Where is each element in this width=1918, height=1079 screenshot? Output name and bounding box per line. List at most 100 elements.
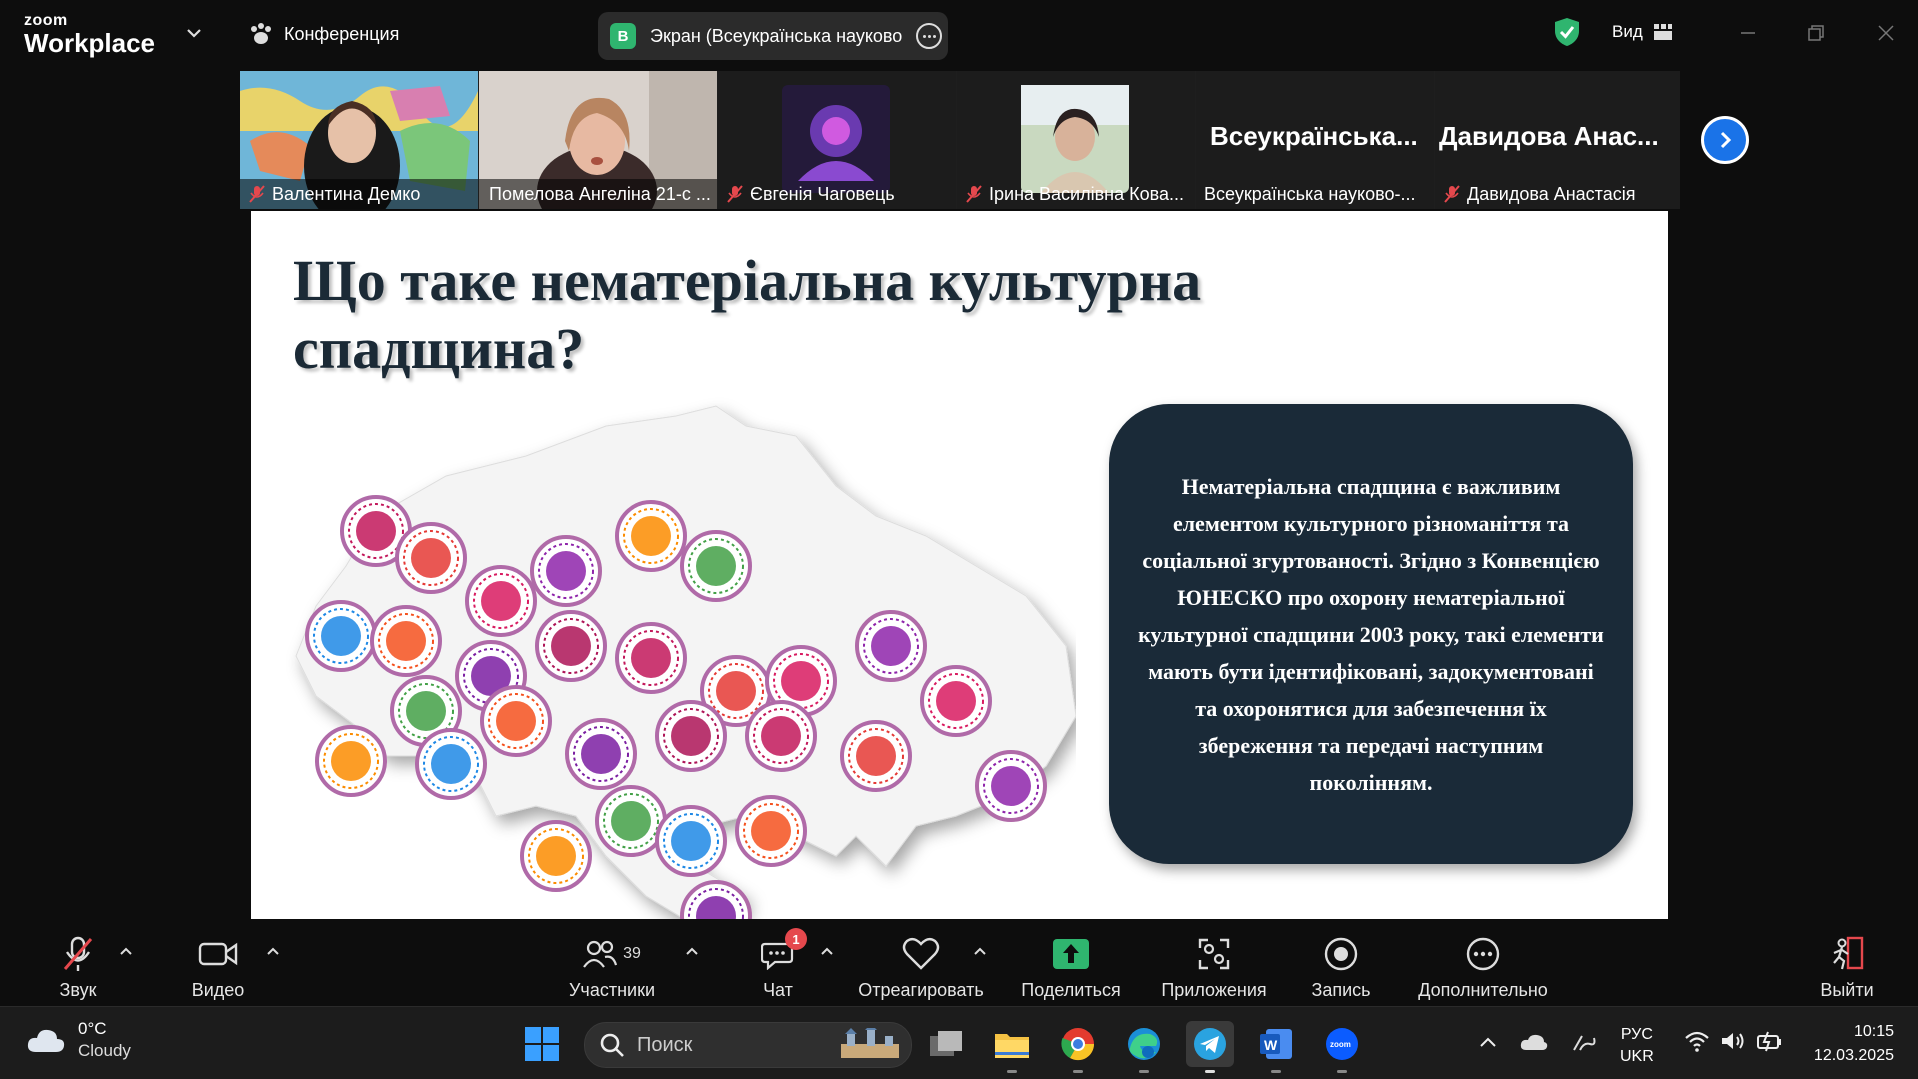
- zoom-app-icon: zoom: [1326, 1028, 1358, 1060]
- mic-muted-icon: [727, 185, 743, 203]
- weather-condition: Cloudy: [78, 1041, 131, 1060]
- region-emblem-center: [581, 734, 621, 774]
- screen-share-pill[interactable]: В Экран (Всеукраїнська науково: [598, 12, 948, 60]
- windows-logo-icon: [525, 1027, 559, 1061]
- chat-button[interactable]: 1 Чат: [746, 920, 810, 1001]
- chat-options-caret-icon[interactable]: [818, 944, 836, 958]
- chevron-down-icon[interactable]: [183, 22, 205, 44]
- zoom-logo-small: zoom: [24, 12, 68, 29]
- battery-charging-icon[interactable]: [1756, 1030, 1784, 1052]
- search-placeholder: Поиск: [637, 1033, 693, 1056]
- video-options-caret-icon[interactable]: [264, 944, 282, 958]
- region-emblem-center: [991, 766, 1031, 806]
- language-code: РУС: [1620, 1026, 1653, 1043]
- file-explorer-button[interactable]: [988, 1021, 1036, 1073]
- region-emblem-center: [536, 836, 576, 876]
- volume-icon[interactable]: [1720, 1030, 1746, 1052]
- video-camera-icon: [198, 942, 238, 966]
- minimize-window-button[interactable]: [1730, 18, 1766, 48]
- next-participants-button[interactable]: [1701, 116, 1749, 164]
- svg-text:zoom: zoom: [1330, 1040, 1351, 1049]
- react-options-caret-icon[interactable]: [971, 944, 989, 958]
- system-clock[interactable]: 10:15 12.03.2025: [1806, 1020, 1894, 1068]
- leave-label: Выйти: [1820, 980, 1874, 1000]
- view-label: Вид: [1612, 22, 1643, 41]
- apps-label: Приложения: [1161, 980, 1267, 1000]
- region-emblem-center: [871, 626, 911, 666]
- minimize-icon: [1741, 32, 1755, 34]
- weather-temperature: 0°C: [78, 1019, 107, 1038]
- word-button[interactable]: W: [1252, 1021, 1300, 1073]
- chevron-up-icon[interactable]: [1478, 1034, 1498, 1050]
- participants-options-caret-icon[interactable]: [683, 944, 701, 958]
- maximize-window-button[interactable]: [1798, 18, 1834, 48]
- react-button[interactable]: Отреагировать: [856, 920, 986, 1001]
- clock-date: 12.03.2025: [1813, 1047, 1894, 1064]
- region-emblem-center: [386, 621, 426, 661]
- telegram-button[interactable]: [1186, 1021, 1234, 1073]
- folder-icon: [995, 1034, 1029, 1058]
- participant-tile[interactable]: Всеукраїнська... Всеукраїнська науково-.…: [1196, 71, 1434, 209]
- castle-highlight-icon: [841, 1028, 899, 1058]
- participant-display-name: Давидова Анас...: [1439, 121, 1659, 151]
- task-view-button[interactable]: [922, 1021, 970, 1067]
- screen-share-label: Экран (Всеукраїнська науково: [650, 25, 903, 46]
- onedrive-cloud-icon[interactable]: [1520, 1032, 1548, 1052]
- participant-tile[interactable]: Валентина Демко: [240, 71, 478, 209]
- edge-icon: [1128, 1028, 1160, 1060]
- region-emblem-center: [696, 546, 736, 586]
- share-label: Поделиться: [1021, 980, 1121, 1000]
- participants-label: Участники: [569, 980, 655, 1000]
- more-button[interactable]: Дополнительно: [1412, 920, 1554, 1001]
- video-label: Видео: [191, 980, 245, 1000]
- region-emblem-center: [631, 638, 671, 678]
- video-button[interactable]: Видео: [186, 920, 250, 1001]
- keyboard-layout: UKR: [1620, 1048, 1654, 1065]
- participants-icon: [583, 940, 618, 968]
- close-icon: [1878, 25, 1894, 41]
- mic-muted-icon: [63, 936, 93, 971]
- record-button[interactable]: Запись: [1306, 920, 1376, 1001]
- participants-button[interactable]: 39 Участники: [566, 920, 658, 1001]
- pen-input-icon[interactable]: [1570, 1030, 1598, 1054]
- region-emblem-center: [611, 801, 651, 841]
- participant-tile[interactable]: Давидова Анас... Давидова Анастасія: [1435, 71, 1680, 209]
- participant-tile[interactable]: Євгенія Чаговець: [718, 71, 956, 209]
- chrome-button[interactable]: [1054, 1021, 1102, 1073]
- participant-name: Давидова Анастасія: [1435, 179, 1680, 209]
- region-emblem-center: [356, 511, 396, 551]
- region-emblem-center: [551, 626, 591, 666]
- region-emblem-center: [496, 701, 536, 741]
- edge-button[interactable]: [1120, 1021, 1168, 1073]
- mic-muted-icon: [249, 185, 265, 203]
- restore-icon: [1808, 25, 1824, 41]
- word-icon: W: [1260, 1029, 1292, 1059]
- svg-text:W: W: [1264, 1037, 1278, 1053]
- participant-tile-active-speaker[interactable]: Помелова Ангеліна 21-с ...: [479, 71, 717, 209]
- more-options-icon[interactable]: [916, 23, 942, 49]
- leave-exit-icon: [1833, 936, 1864, 970]
- region-emblem-center: [321, 616, 361, 656]
- security-shield-icon[interactable]: [1552, 16, 1582, 48]
- participant-tile[interactable]: Ірина Василівна Кова...: [957, 71, 1195, 209]
- zoom-button[interactable]: zoom: [1318, 1021, 1366, 1073]
- region-emblem-center: [481, 581, 521, 621]
- apps-icon: [1198, 938, 1230, 970]
- input-language-indicator[interactable]: РУС UKR: [1620, 1024, 1654, 1068]
- share-screen-button[interactable]: Поделиться: [1020, 920, 1122, 1001]
- apps-button[interactable]: Приложения: [1156, 920, 1272, 1001]
- close-window-button[interactable]: [1868, 18, 1904, 48]
- view-button[interactable]: Вид: [1612, 22, 1673, 42]
- weather-widget[interactable]: 0°C Cloudy: [26, 1018, 131, 1062]
- audio-label: Звук: [59, 980, 97, 1000]
- start-button[interactable]: [518, 1021, 566, 1067]
- audio-options-caret-icon[interactable]: [117, 944, 135, 958]
- more-label: Дополнительно: [1418, 980, 1548, 1000]
- wifi-icon[interactable]: [1684, 1030, 1710, 1052]
- participants-count: 39: [623, 945, 641, 962]
- taskbar-search-box[interactable]: Поиск: [584, 1022, 912, 1068]
- task-view-icon: [930, 1031, 962, 1056]
- audio-button[interactable]: Звук: [46, 920, 110, 1001]
- leave-button[interactable]: Выйти: [1814, 920, 1880, 1001]
- meeting-info-button[interactable]: Конференция: [248, 22, 399, 46]
